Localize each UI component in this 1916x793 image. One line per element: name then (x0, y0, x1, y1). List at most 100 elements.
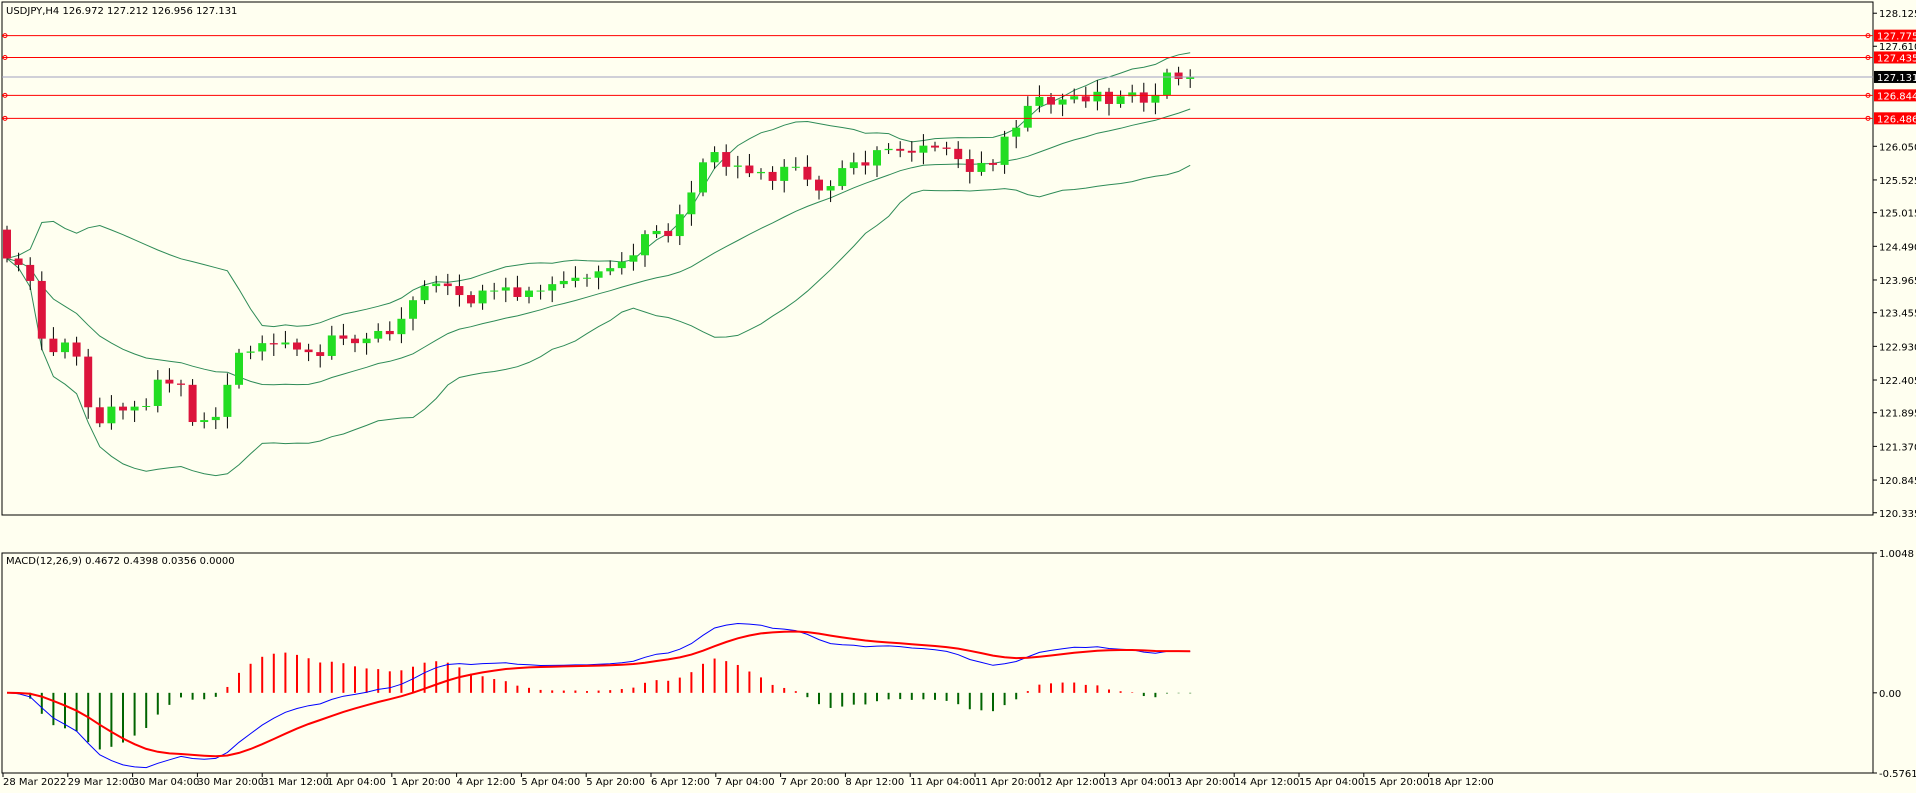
candle (14, 252, 23, 272)
candle-body (861, 162, 870, 166)
candle-body (559, 280, 568, 285)
candle (478, 284, 487, 310)
candle-body (571, 277, 580, 281)
candle-body (1023, 105, 1032, 128)
candle-body (316, 352, 325, 356)
candle (3, 225, 11, 263)
candle-body (687, 192, 696, 215)
candle-body (907, 150, 916, 153)
candle (931, 141, 939, 152)
time-tick-label: 1 Apr 20:00 (392, 777, 451, 788)
candle (316, 344, 325, 368)
level-tag-label: 127.775 (1877, 32, 1916, 43)
price-tick-label: 120.845 (1879, 476, 1916, 487)
candle (884, 143, 893, 154)
candle-body (641, 234, 649, 256)
candle-body (49, 338, 58, 353)
candle (606, 260, 615, 276)
macd-signal-line (6, 630, 1191, 758)
candle-body (733, 165, 742, 167)
candle (467, 291, 475, 308)
candle-body (1093, 91, 1102, 102)
candle (629, 243, 638, 271)
candle (339, 323, 348, 346)
candle (849, 152, 858, 175)
candle (989, 159, 997, 172)
candle-body (536, 290, 545, 292)
candle-body (617, 261, 626, 269)
candle-body (188, 384, 197, 423)
candle-body (385, 330, 394, 335)
candle-body (919, 145, 928, 153)
candle (675, 204, 684, 246)
candle (26, 257, 35, 290)
candle-body (699, 162, 707, 193)
candle-body (896, 148, 905, 151)
time-tick-label: 30 Mar 20:00 (197, 777, 264, 788)
candle-body (130, 406, 139, 411)
time-tick-label: 1 Apr 04:00 (327, 777, 386, 788)
time-tick-label: 30 Mar 04:00 (133, 777, 200, 788)
candle (617, 252, 626, 275)
candle-body (223, 384, 232, 417)
time-tick-label: 15 Apr 04:00 (1299, 777, 1364, 788)
macd-layer (6, 622, 1192, 769)
time-tick-label: 7 Apr 20:00 (781, 777, 840, 788)
time-tick-label: 12 Apr 12:00 (1040, 777, 1105, 788)
candle (351, 334, 359, 353)
candle-body (304, 349, 313, 353)
time-tick-label: 6 Apr 12:00 (651, 777, 710, 788)
candle-body (1047, 96, 1055, 105)
candle-body (26, 264, 35, 281)
candle (780, 159, 789, 193)
macd-tick-label: 1.0048 (1879, 549, 1914, 560)
candle-body (780, 166, 789, 181)
candle-body (803, 166, 812, 180)
candle (722, 144, 731, 176)
candle-body (931, 145, 939, 148)
candle (1151, 83, 1160, 115)
price-tick-label: 128.125 (1879, 9, 1916, 20)
candle-body (1012, 127, 1021, 137)
candle-body (1058, 99, 1067, 105)
candle (687, 180, 696, 226)
candle (177, 379, 185, 397)
candle (385, 321, 394, 341)
candle (258, 335, 267, 361)
candle (965, 149, 974, 184)
candle-body (246, 351, 255, 353)
candle (1035, 85, 1044, 113)
candle-body (362, 338, 371, 344)
candle (1105, 87, 1113, 116)
price-tick-label: 127.610 (1879, 42, 1916, 53)
candle-body (374, 330, 383, 339)
time-tick-label: 5 Apr 04:00 (521, 777, 580, 788)
usdjpy-chart[interactable]: 127.775 127.435 126.844 126.486 127.131 128.1… (0, 0, 1916, 793)
candle-body (467, 295, 475, 304)
candle (374, 323, 383, 343)
candle-body (583, 277, 591, 279)
candle-body (1163, 72, 1171, 95)
candle-body (84, 356, 93, 408)
candle (757, 168, 765, 180)
candle-body (1035, 96, 1044, 106)
candle (699, 158, 707, 197)
time-tick-label: 15 Apr 20:00 (1364, 777, 1429, 788)
candle (362, 332, 371, 355)
price-tick-label: 121.370 (1879, 442, 1916, 453)
candle-body (432, 283, 441, 287)
macd-tick-label: 0.00 (1879, 689, 1901, 700)
candle-body (258, 343, 267, 352)
candle (165, 368, 174, 393)
time-tick-label: 7 Apr 04:00 (716, 777, 775, 788)
candle (1047, 93, 1055, 114)
candle (1116, 90, 1125, 108)
candle (107, 395, 116, 430)
candle (409, 296, 417, 331)
time-tick-label: 18 Apr 12:00 (1429, 777, 1494, 788)
candle (583, 273, 591, 287)
candle (548, 276, 557, 303)
candle (513, 275, 522, 301)
candle-body (525, 290, 533, 297)
candle-body (849, 162, 858, 169)
